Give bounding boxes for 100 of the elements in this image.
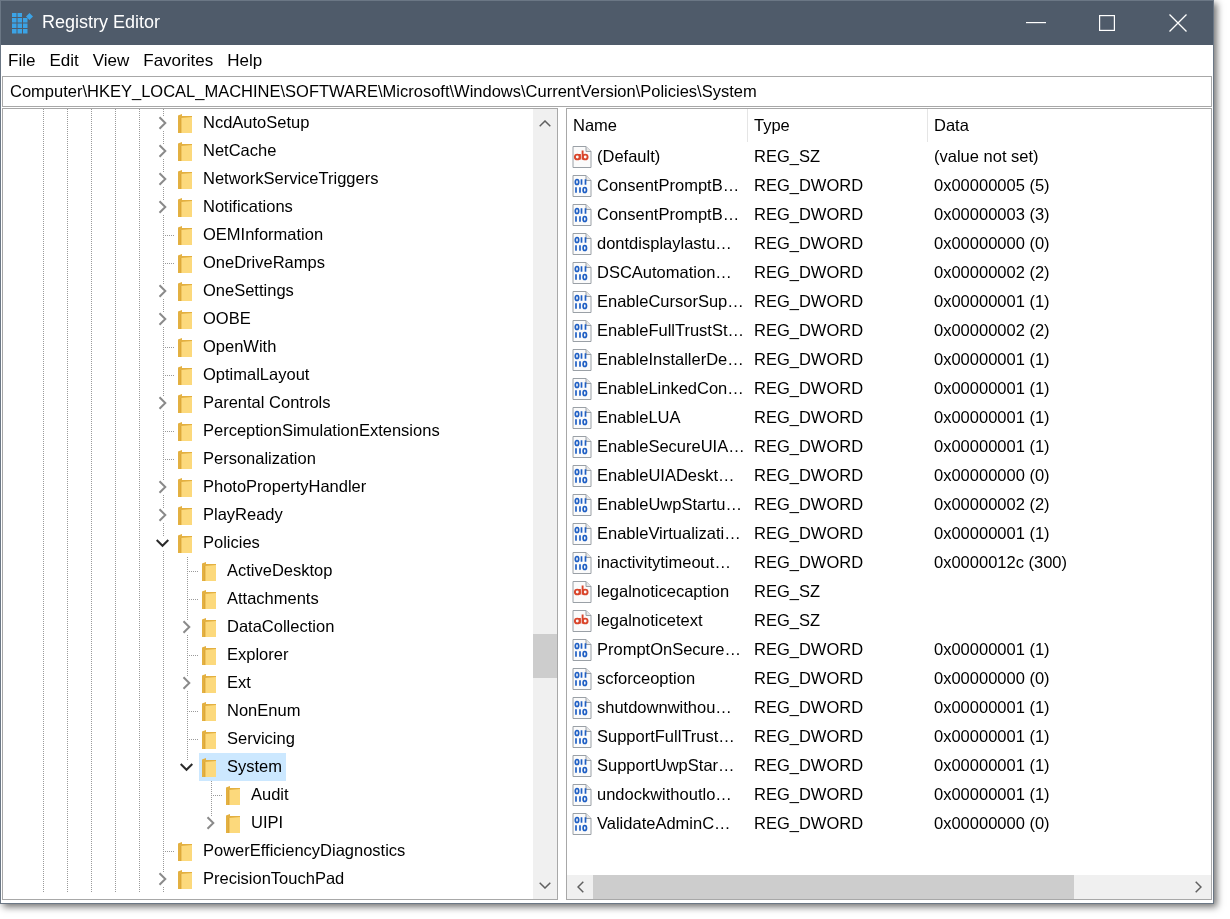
tree-item[interactable]: OEMInformation bbox=[175, 221, 328, 249]
value-name: PromptOnSecure… bbox=[597, 639, 741, 660]
string-value-icon bbox=[571, 145, 593, 168]
binary-value-icon bbox=[571, 696, 593, 719]
address-field[interactable]: Computer\HKEY_LOCAL_MACHINE\SOFTWARE\Microsoft\Windows\CurrentVersion\Policies\System bbox=[2, 76, 1212, 107]
value-name: ConsentPromptB… bbox=[597, 204, 740, 225]
tree-item[interactable]: NonEnum bbox=[199, 697, 305, 725]
value-name: DSCAutomation… bbox=[597, 262, 732, 283]
menu-item[interactable]: Help bbox=[220, 46, 270, 75]
tree-item[interactable]: OneSettings bbox=[175, 277, 298, 305]
tree-item[interactable]: OptimalLayout bbox=[175, 361, 314, 389]
folder-icon bbox=[226, 813, 240, 833]
folder-icon bbox=[202, 617, 216, 637]
menu-item[interactable]: View bbox=[85, 46, 137, 75]
vertical-scrollbar[interactable] bbox=[533, 109, 557, 899]
value-data: 0x00000000 (0) bbox=[934, 233, 1050, 252]
column-header[interactable]: Name bbox=[567, 109, 748, 142]
value-type: REG_DWORD bbox=[754, 204, 864, 223]
tree-item[interactable]: OpenWith bbox=[175, 333, 281, 361]
value-name: shutdownwithou… bbox=[597, 697, 732, 718]
folder-icon bbox=[178, 421, 192, 441]
value-type: REG_DWORD bbox=[754, 262, 864, 281]
tree-item[interactable]: NetCache bbox=[175, 137, 281, 165]
tree-item[interactable]: PowerEfficiencyDiagnostics bbox=[175, 837, 410, 865]
value-data: 0x00000000 (0) bbox=[934, 668, 1050, 687]
value-type: REG_DWORD bbox=[754, 813, 864, 832]
tree-item[interactable]: OOBE bbox=[175, 305, 255, 333]
close-icon bbox=[1168, 14, 1187, 32]
chevron-up-icon bbox=[539, 119, 551, 127]
folder-icon bbox=[202, 561, 216, 581]
folder-icon bbox=[202, 673, 216, 693]
value-name: undockwithoutlo… bbox=[597, 784, 732, 805]
folder-icon bbox=[178, 841, 192, 861]
tree-item[interactable]: NetworkServiceTriggers bbox=[175, 165, 383, 193]
binary-value-icon bbox=[571, 783, 593, 806]
tree-item[interactable]: Servicing bbox=[199, 725, 299, 753]
tree-item[interactable]: PerceptionSimulationExtensions bbox=[175, 417, 444, 445]
tree-item[interactable]: Audit bbox=[223, 781, 293, 809]
folder-icon bbox=[178, 253, 192, 273]
tree-item[interactable]: PrecisionTouchPad bbox=[175, 865, 349, 893]
value-data: (value not set) bbox=[934, 146, 1039, 165]
tree-item[interactable]: UIPI bbox=[223, 809, 288, 837]
value-data: 0x00000000 (0) bbox=[934, 465, 1050, 484]
scrollbar-thumb[interactable] bbox=[533, 634, 557, 678]
value-name: legalnoticetext bbox=[597, 610, 703, 631]
folder-icon bbox=[178, 197, 192, 217]
maximize-icon bbox=[1098, 15, 1115, 31]
column-header[interactable]: Data bbox=[928, 109, 1211, 142]
tree-item[interactable]: Explorer bbox=[199, 641, 293, 669]
chevron-down-icon bbox=[539, 881, 551, 889]
binary-value-icon bbox=[571, 812, 593, 835]
folder-icon bbox=[178, 365, 192, 385]
tree-item[interactable]: NcdAutoSetup bbox=[175, 109, 314, 137]
tree-item[interactable]: Personalization bbox=[175, 445, 320, 473]
menu-item[interactable]: File bbox=[1, 46, 43, 75]
horizontal-scrollbar[interactable] bbox=[567, 875, 1211, 899]
value-name: SupportFullTrust… bbox=[597, 726, 735, 747]
folder-icon bbox=[178, 169, 192, 189]
app-icon bbox=[12, 12, 33, 34]
binary-value-icon bbox=[571, 203, 593, 226]
folder-icon bbox=[202, 645, 216, 665]
binary-value-icon bbox=[571, 464, 593, 487]
chevron-left-icon bbox=[576, 881, 584, 893]
value-type: REG_DWORD bbox=[754, 291, 864, 310]
tree-item[interactable]: ActiveDesktop bbox=[199, 557, 337, 585]
tree-item[interactable]: Ext bbox=[199, 669, 255, 697]
value-data: 0x00000001 (1) bbox=[934, 697, 1050, 716]
value-data: 0x00000001 (1) bbox=[934, 784, 1050, 803]
scrollbar-thumb[interactable] bbox=[593, 875, 1074, 899]
value-data: 0x00000001 (1) bbox=[934, 726, 1050, 745]
value-name: EnableUwpStartu… bbox=[597, 494, 742, 515]
value-type: REG_DWORD bbox=[754, 726, 864, 745]
menu-item[interactable]: Edit bbox=[42, 46, 86, 75]
tree-item[interactable]: Notifications bbox=[175, 193, 297, 221]
value-data: 0x00000001 (1) bbox=[934, 523, 1050, 542]
folder-icon bbox=[178, 477, 192, 497]
tree-item[interactable]: Attachments bbox=[199, 585, 323, 613]
value-name: EnableVirtualizati… bbox=[597, 523, 741, 544]
tree-item[interactable]: System bbox=[199, 753, 286, 781]
window-title: Registry Editor bbox=[42, 12, 161, 34]
tree-item[interactable]: OneDriveRamps bbox=[175, 249, 329, 277]
folder-icon bbox=[178, 505, 192, 525]
value-type: REG_SZ bbox=[754, 610, 821, 629]
tree-item[interactable]: PhotoPropertyHandler bbox=[175, 473, 371, 501]
tree-item[interactable]: PlayReady bbox=[175, 501, 287, 529]
value-data: 0x00000001 (1) bbox=[934, 349, 1050, 368]
binary-value-icon bbox=[571, 551, 593, 574]
column-header[interactable]: Type bbox=[748, 109, 928, 142]
chevron-right-icon bbox=[1194, 881, 1202, 893]
value-data: 0x00000001 (1) bbox=[934, 436, 1050, 455]
value-name: EnableCursorSup… bbox=[597, 291, 744, 312]
tree-item[interactable]: Policies bbox=[175, 529, 264, 557]
value-type: REG_DWORD bbox=[754, 668, 864, 687]
tree-item[interactable]: Parental Controls bbox=[175, 389, 335, 417]
value-data: 0x00000001 (1) bbox=[934, 755, 1050, 774]
tree-item[interactable]: DataCollection bbox=[199, 613, 339, 641]
menu-item[interactable]: Favorites bbox=[136, 46, 221, 75]
value-name: EnableLinkedCon… bbox=[597, 378, 744, 399]
value-data: 0x0000012c (300) bbox=[934, 552, 1067, 571]
folder-icon bbox=[202, 589, 216, 609]
